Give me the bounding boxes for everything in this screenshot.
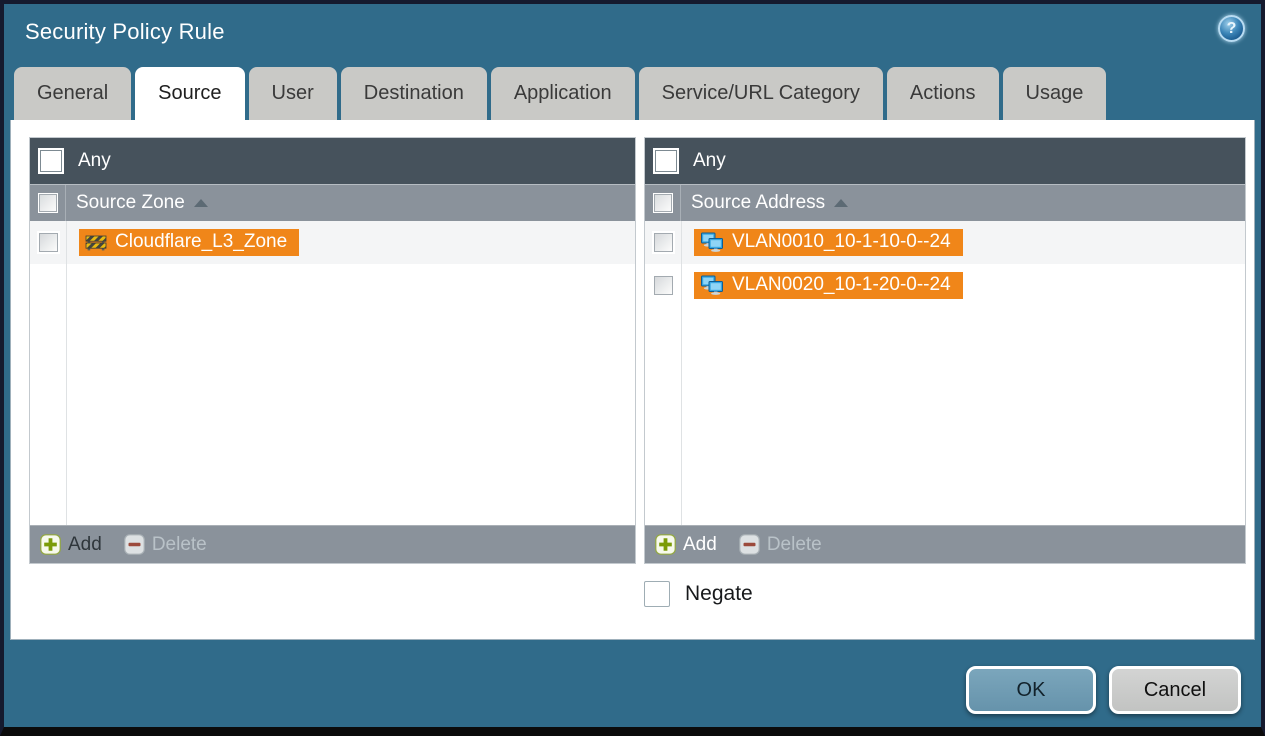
source-address-delete-button[interactable]: Delete [739,534,822,556]
negate-checkbox[interactable] [644,581,670,607]
negate-row: Negate [644,581,753,607]
source-zone-panel: Any Source Zone Cloudflare_L3_Zone Add D… [29,137,636,564]
tab-actions[interactable]: Actions [886,67,999,120]
source-zone-item[interactable]: Cloudflare_L3_Zone [79,229,300,256]
sort-ascending-icon [834,199,849,207]
source-address-column-label: Source Address [691,192,826,213]
source-address-column-header[interactable]: Source Address [645,184,1245,221]
ok-button[interactable]: OK [966,666,1096,714]
tab-destination[interactable]: Destination [340,67,487,120]
source-zone-row-checkbox[interactable] [38,233,58,252]
source-zone-column-label: Source Zone [76,192,185,213]
zone-icon [85,233,107,251]
sort-ascending-icon [193,199,208,207]
tab-application[interactable]: Application [490,67,635,120]
source-address-row-checkbox[interactable] [653,276,673,295]
source-zone-add-button[interactable]: Add [40,534,102,556]
column-divider [681,221,682,525]
plus-icon [655,534,676,555]
tab-usage[interactable]: Usage [1002,67,1107,120]
source-address-item-label: VLAN0020_10-1-20-0--24 [732,274,951,295]
source-address-list: VLAN0010_10-1-10-0--24 VLAN0020_10-1-20-… [645,221,1245,525]
delete-button-label: Delete [151,533,207,555]
source-zone-any-header: Any [30,138,635,184]
title-bar: Security Policy Rule ? [4,4,1261,62]
source-address-any-header: Any [645,138,1245,184]
source-zone-select-all-checkbox[interactable] [38,194,57,212]
source-zone-footer: Add Delete [30,525,635,563]
help-icon[interactable]: ? [1218,15,1245,42]
tab-service-url-category[interactable]: Service/URL Category [638,67,883,120]
source-address-any-checkbox[interactable] [655,150,677,172]
tab-bar: General Source User Destination Applicat… [14,67,1107,120]
source-address-item[interactable]: VLAN0020_10-1-20-0--24 [694,272,963,299]
tab-general[interactable]: General [14,67,132,120]
source-address-any-label: Any [693,150,726,171]
table-row: Cloudflare_L3_Zone [30,221,635,264]
table-row: VLAN0020_10-1-20-0--24 [645,264,1245,307]
dialog-title: Security Policy Rule [25,19,225,44]
minus-icon [739,534,760,555]
delete-button-label: Delete [766,533,822,555]
source-address-footer: Add Delete [645,525,1245,563]
source-zone-item-label: Cloudflare_L3_Zone [115,231,288,252]
tab-user[interactable]: User [248,67,337,120]
add-button-label: Add [68,533,102,555]
source-zone-column-header[interactable]: Source Zone [30,184,635,221]
minus-icon [124,534,145,555]
source-zone-any-label: Any [78,150,111,171]
source-address-panel: Any Source Address VLAN0010_10-1-10-0--2… [644,137,1246,564]
source-address-add-button[interactable]: Add [655,534,717,556]
source-zone-select-all-cell [30,185,66,221]
address-icon [700,275,724,295]
source-address-row-checkbox[interactable] [653,233,673,252]
add-button-label: Add [683,533,717,555]
source-zone-any-checkbox[interactable] [40,150,62,172]
source-address-select-all-cell [645,185,681,221]
tab-source[interactable]: Source [135,67,245,120]
source-zone-list: Cloudflare_L3_Zone [30,221,635,525]
source-zone-delete-button[interactable]: Delete [124,534,207,556]
source-address-item-label: VLAN0010_10-1-10-0--24 [732,231,951,252]
table-row: VLAN0010_10-1-10-0--24 [645,221,1245,264]
cancel-button[interactable]: Cancel [1109,666,1241,714]
negate-label: Negate [685,582,753,605]
address-icon [700,232,724,252]
column-divider [66,221,67,525]
source-address-select-all-checkbox[interactable] [653,194,672,212]
source-address-item[interactable]: VLAN0010_10-1-10-0--24 [694,229,963,256]
security-policy-rule-dialog: Security Policy Rule ? General Source Us… [0,0,1265,736]
plus-icon [40,534,61,555]
